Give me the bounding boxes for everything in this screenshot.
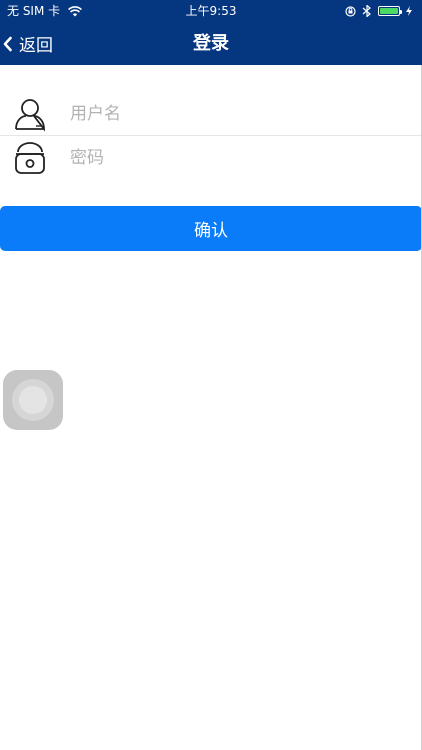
form-divider [0, 135, 422, 136]
navigation-bar: 返回 登录 [0, 22, 422, 65]
assistive-touch-button[interactable] [3, 370, 63, 430]
bluetooth-icon [362, 5, 371, 17]
battery-icon [378, 6, 402, 16]
orientation-lock-icon [345, 5, 356, 17]
lock-icon [15, 142, 45, 174]
charging-icon [406, 6, 412, 16]
status-right [339, 0, 412, 22]
login-form [0, 92, 422, 180]
password-input[interactable] [70, 142, 400, 174]
status-bar: 无 SIM 卡 上午9:53 [0, 0, 422, 22]
confirm-button[interactable]: 确认 [0, 206, 422, 251]
page-title: 登录 [193, 33, 229, 54]
username-input[interactable] [70, 98, 400, 130]
assistive-touch-core [19, 386, 47, 414]
user-icon [15, 99, 45, 132]
username-row [0, 92, 422, 136]
header-bar: 无 SIM 卡 上午9:53 返回 登录 [0, 0, 422, 65]
password-row [0, 136, 422, 180]
